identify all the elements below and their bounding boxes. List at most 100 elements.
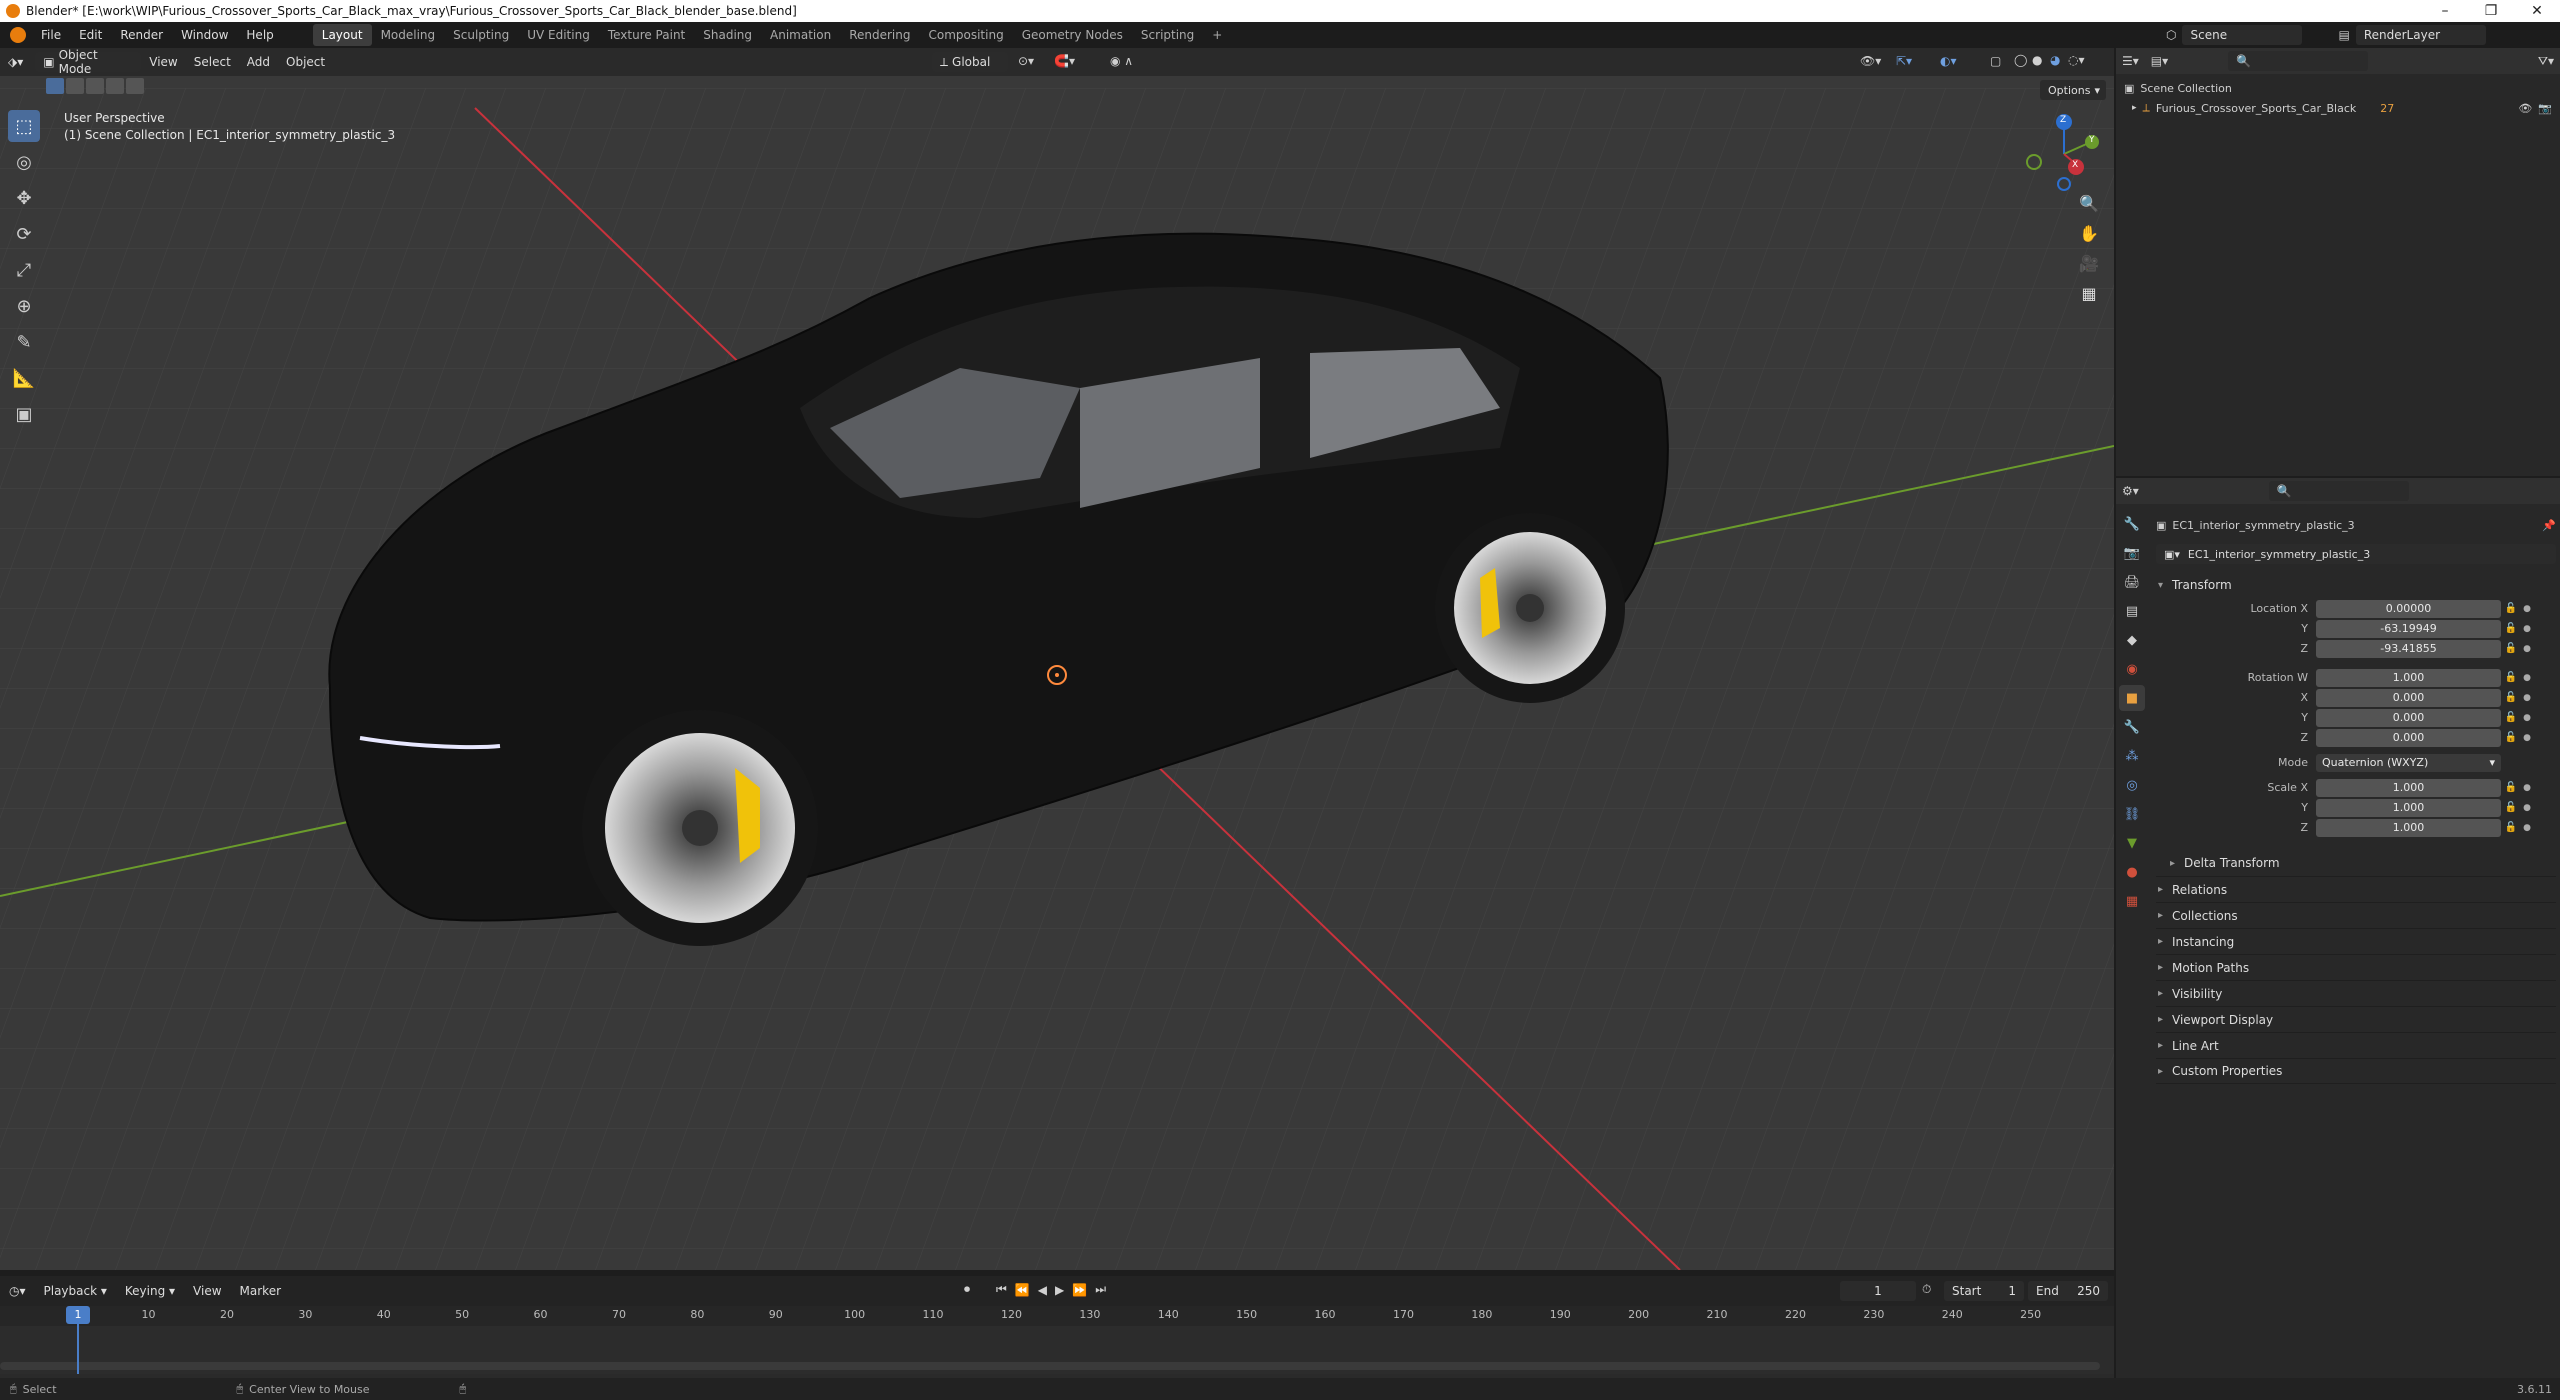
clock-icon[interactable]: ⏱	[1922, 1282, 1931, 1297]
eye-visibility-icon[interactable]: 👁	[2518, 102, 2532, 115]
render-layer-selector[interactable]: RenderLayer	[2355, 25, 2486, 45]
viewport-display-section[interactable]: ▸ Viewport Display	[2156, 1006, 2556, 1032]
scale-y-field[interactable]: 1.000	[2316, 798, 2501, 817]
maximize-button[interactable]: ❐	[2468, 0, 2514, 22]
menu-object[interactable]: Object	[278, 55, 333, 69]
object-data-tab-icon[interactable]: ▼	[2119, 830, 2145, 856]
location-z-field[interactable]: -93.41855	[2316, 639, 2501, 658]
world-tab-icon[interactable]: ◉	[2119, 656, 2145, 682]
tab-animation[interactable]: Animation	[761, 24, 840, 46]
tab-sculpting[interactable]: Sculpting	[444, 24, 518, 46]
solid-shading-icon[interactable]: ●	[2032, 53, 2042, 67]
pan-hand-icon[interactable]: ✋	[2074, 218, 2104, 248]
instancing-section[interactable]: ▸ Instancing	[2156, 928, 2556, 954]
keyframe-dot-icon[interactable]: ●	[2521, 693, 2533, 703]
jump-keyframe-back-icon[interactable]: ⏪	[1015, 1283, 1030, 1297]
keyframe-dot-icon[interactable]: ●	[2521, 733, 2533, 743]
lock-icon[interactable]: 🔓	[2501, 822, 2521, 833]
close-button[interactable]: ✕	[2514, 0, 2560, 22]
scale-z-field[interactable]: 1.000	[2316, 818, 2501, 837]
pin-icon[interactable]: 📌	[2542, 519, 2556, 532]
start-frame-field[interactable]: Start 1	[1944, 1281, 2024, 1301]
timeline-editor-icon[interactable]: ◷▾	[0, 1284, 35, 1298]
menu-timeline-view[interactable]: View	[184, 1284, 230, 1298]
display-mode-icon[interactable]: ▤▾	[2151, 54, 2168, 68]
lock-icon[interactable]: 🔓	[2501, 732, 2521, 743]
outliner-search-input[interactable]: 🔍	[2228, 51, 2369, 71]
move-tool[interactable]: ✥	[8, 182, 40, 214]
custom-properties-section[interactable]: ▸ Custom Properties	[2156, 1058, 2556, 1084]
object-name[interactable]: EC1_interior_symmetry_plastic_3	[2172, 519, 2354, 532]
pivot-icon[interactable]: ⊙▾	[1018, 54, 1034, 68]
tab-compositing[interactable]: Compositing	[919, 24, 1012, 46]
play-icon[interactable]: ▶	[1055, 1283, 1064, 1297]
playhead-frame-badge[interactable]: 1	[66, 1306, 90, 1324]
select-invert-icon[interactable]	[106, 78, 124, 94]
lock-icon[interactable]: 🔓	[2501, 623, 2521, 634]
jump-start-icon[interactable]: ⏮	[996, 1282, 1007, 1297]
tab-modeling[interactable]: Modeling	[372, 24, 445, 46]
proportional-edit-icon[interactable]: ◉ ∧	[1110, 54, 1133, 68]
rendered-shading-icon[interactable]: ◌▾	[2068, 53, 2085, 67]
visibility-icon[interactable]: 👁▾	[1860, 54, 1881, 68]
keyframe-dot-icon[interactable]: ●	[2521, 624, 2533, 634]
keyframe-dot-icon[interactable]: ●	[2521, 803, 2533, 813]
menu-playback[interactable]: Playback ▾	[35, 1284, 116, 1298]
properties-search-input[interactable]: 🔍	[2268, 481, 2409, 501]
filter-icon[interactable]: ⛛▾	[2538, 54, 2554, 69]
minimize-button[interactable]: –	[2422, 0, 2468, 22]
lock-icon[interactable]: 🔓	[2501, 802, 2521, 813]
view-layer-tab-icon[interactable]: ▤	[2119, 598, 2145, 624]
tab-scripting[interactable]: Scripting	[1132, 24, 1203, 46]
scale-x-field[interactable]: 1.000	[2316, 778, 2501, 797]
measure-tool[interactable]: 📐	[8, 362, 40, 394]
relations-section[interactable]: ▸ Relations	[2156, 876, 2556, 902]
rotation-z-field[interactable]: 0.000	[2316, 728, 2501, 747]
render-camera-icon[interactable]: 📷	[2538, 102, 2552, 115]
ortho-grid-icon[interactable]: ▦	[2074, 278, 2104, 308]
select-extend-icon[interactable]	[66, 78, 84, 94]
jump-keyframe-forward-icon[interactable]: ⏩	[1072, 1283, 1087, 1297]
auto-key-icon[interactable]: ⏺	[964, 1282, 970, 1297]
rotate-tool[interactable]: ⟳	[8, 218, 40, 250]
select-subtract-icon[interactable]	[86, 78, 104, 94]
menu-select[interactable]: Select	[186, 55, 239, 69]
add-workspace-button[interactable]: +	[1203, 24, 1231, 46]
3d-viewport[interactable]: User Perspective (1) Scene Collection | …	[0, 48, 2114, 1270]
xray-icon[interactable]: ▢	[1990, 54, 2001, 68]
keyframe-dot-icon[interactable]: ●	[2521, 783, 2533, 793]
lock-icon[interactable]: 🔓	[2501, 643, 2521, 654]
lock-icon[interactable]: 🔓	[2501, 672, 2521, 683]
timeline-track[interactable]	[0, 1326, 2114, 1374]
menu-edit[interactable]: Edit	[70, 28, 111, 42]
tab-rendering[interactable]: Rendering	[840, 24, 919, 46]
lock-icon[interactable]: 🔓	[2501, 712, 2521, 723]
select-new-icon[interactable]	[46, 78, 64, 94]
zoom-icon[interactable]: 🔍	[2074, 188, 2104, 218]
menu-keying[interactable]: Keying ▾	[116, 1284, 184, 1298]
constraints-tab-icon[interactable]: ⛓	[2119, 801, 2145, 827]
scene-selector[interactable]: Scene	[2182, 25, 2303, 45]
collections-section[interactable]: ▸ Collections	[2156, 902, 2556, 928]
tab-layout[interactable]: Layout	[312, 24, 372, 46]
lock-icon[interactable]: 🔓	[2501, 782, 2521, 793]
blender-menu-icon[interactable]	[10, 27, 26, 43]
modifier-tab-icon[interactable]: 🔧	[2119, 714, 2145, 740]
object-name-field[interactable]: ▣▾ EC1_interior_symmetry_plastic_3	[2156, 544, 2556, 564]
render-tab-icon[interactable]: 📷	[2119, 540, 2145, 566]
add-cube-tool[interactable]: ▣	[8, 398, 40, 430]
visibility-section[interactable]: ▸ Visibility	[2156, 980, 2556, 1006]
location-x-field[interactable]: 0.00000	[2316, 599, 2501, 618]
cursor-tool[interactable]: ◎	[8, 146, 40, 178]
mode-selector[interactable]: ▣ Object Mode	[35, 48, 142, 76]
orientation-selector[interactable]: ⟂ Global	[932, 52, 1008, 72]
end-frame-field[interactable]: End 250	[2028, 1281, 2108, 1301]
texture-tab-icon[interactable]: ▦	[2119, 888, 2145, 914]
material-tab-icon[interactable]: ●	[2119, 859, 2145, 885]
outliner-row-scene-collection[interactable]: ▣ Scene Collection	[2124, 78, 2552, 98]
scale-tool[interactable]: ⤢	[8, 254, 40, 286]
camera-view-icon[interactable]: 🎥	[2074, 248, 2104, 278]
menu-render[interactable]: Render	[111, 28, 172, 42]
object-tab-icon[interactable]: ■	[2119, 685, 2145, 711]
material-shading-icon[interactable]: ◕	[2050, 53, 2060, 67]
